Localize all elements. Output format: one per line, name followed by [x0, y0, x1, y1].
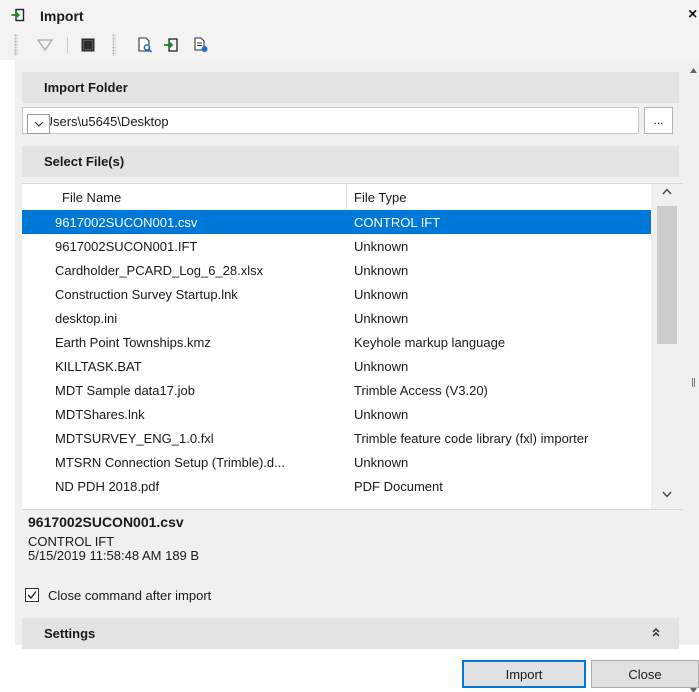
- file-type-cell: Unknown: [354, 287, 409, 302]
- panel-scrollbar[interactable]: [687, 60, 699, 692]
- file-type-cell: CONTROL IFT: [354, 215, 441, 230]
- scroll-down-icon[interactable]: [690, 688, 697, 692]
- select-files-title: Select File(s): [44, 154, 125, 169]
- column-header-file-name[interactable]: File Name: [62, 184, 121, 209]
- import-folder-combo[interactable]: C:\Users\u5645\Desktop: [22, 107, 639, 134]
- file-name-cell: Cardholder_PCARD_Log_6_28.xlsx: [55, 263, 264, 278]
- file-type-cell: Trimble feature code library (fxl) impor…: [354, 431, 589, 446]
- table-row[interactable]: Earth Point Townships.kmz Keyhole markup…: [22, 330, 651, 354]
- file-type-cell: Unknown: [354, 407, 409, 422]
- close-after-import-label[interactable]: Close command after import: [48, 588, 211, 603]
- file-name-cell: MDTSURVEY_ENG_1.0.fxl: [55, 431, 214, 446]
- scroll-up-icon[interactable]: [662, 188, 672, 195]
- settings-title: Settings: [44, 626, 96, 641]
- scroll-grip[interactable]: [692, 378, 695, 387]
- title-bar: Import ×: [0, 0, 699, 30]
- file-type-cell: Unknown: [354, 359, 409, 374]
- table-row[interactable]: desktop.ini Unknown: [22, 306, 651, 330]
- file-name-cell: desktop.ini: [55, 311, 118, 326]
- chevron-down-icon: [34, 121, 43, 127]
- checkmark-icon: [27, 591, 37, 600]
- column-divider[interactable]: [346, 184, 347, 209]
- table-row[interactable]: MDT Sample data17.job Trimble Access (V3…: [22, 378, 651, 402]
- import-icon[interactable]: [160, 35, 182, 55]
- folder-dropdown-button[interactable]: [27, 114, 50, 134]
- file-list-scrollbar[interactable]: [651, 184, 683, 509]
- file-settings-icon[interactable]: [190, 35, 212, 55]
- import-title-icon: [11, 8, 25, 22]
- table-row[interactable]: 9617002SUCON001.IFT Unknown: [22, 234, 651, 258]
- file-list[interactable]: File Name File Type 9617002SUCON001.csv …: [22, 183, 683, 510]
- close-button[interactable]: Close: [591, 660, 699, 688]
- file-type-cell: Trimble Access (V3.20): [354, 383, 488, 398]
- collapse-chevron-icon[interactable]: [651, 625, 661, 640]
- import-folder-header: Import Folder: [22, 72, 679, 103]
- toolbar-grip[interactable]: [14, 34, 18, 56]
- scroll-down-icon[interactable]: [662, 491, 672, 498]
- file-name-cell: Earth Point Townships.kmz: [55, 335, 211, 350]
- file-type-cell: PDF Document: [354, 479, 443, 494]
- table-row[interactable]: MTSRN Connection Setup (Trimble).d... Un…: [22, 450, 651, 474]
- selected-file-name: 9617002SUCON001.csv: [28, 514, 184, 530]
- scroll-up-icon[interactable]: [690, 68, 697, 73]
- window-title: Import: [40, 8, 84, 24]
- table-row[interactable]: Construction Survey Startup.lnk Unknown: [22, 282, 651, 306]
- file-name-cell: 9617002SUCON001.IFT: [55, 239, 198, 254]
- settings-header[interactable]: Settings: [22, 618, 679, 649]
- preview-search-icon[interactable]: [134, 35, 156, 55]
- file-type-cell: Unknown: [354, 455, 409, 470]
- table-row[interactable]: Cardholder_PCARD_Log_6_28.xlsx Unknown: [22, 258, 651, 282]
- toolbar: [0, 30, 699, 60]
- file-name-cell: MDTShares.lnk: [55, 407, 145, 422]
- file-name-cell: Construction Survey Startup.lnk: [55, 287, 238, 302]
- table-row[interactable]: MDTSURVEY_ENG_1.0.fxl Trimble feature co…: [22, 426, 651, 450]
- toolbar-separator: [67, 37, 68, 53]
- filter-icon[interactable]: [34, 35, 56, 55]
- file-name-cell: 9617002SUCON001.csv: [55, 215, 198, 230]
- scroll-thumb[interactable]: [657, 206, 677, 344]
- file-name-cell: MDT Sample data17.job: [55, 383, 195, 398]
- selected-file-date-size: 5/15/2019 11:58:48 AM 189 B: [28, 548, 200, 563]
- toolbar-grip[interactable]: [112, 34, 116, 56]
- table-row[interactable]: ND PDH 2018.pdf PDF Document: [22, 474, 651, 498]
- table-row[interactable]: 9617002SUCON001.csv CONTROL IFT: [22, 210, 651, 234]
- column-header-file-type[interactable]: File Type: [354, 184, 407, 209]
- select-files-header: Select File(s): [22, 146, 679, 177]
- table-row[interactable]: MDTShares.lnk Unknown: [22, 402, 651, 426]
- browse-folder-button[interactable]: ...: [644, 107, 673, 134]
- file-type-cell: Unknown: [354, 311, 409, 326]
- file-type-cell: Unknown: [354, 263, 409, 278]
- file-type-cell: Unknown: [354, 239, 409, 254]
- window-close-button[interactable]: ×: [688, 6, 697, 24]
- file-name-cell: KILLTASK.BAT: [55, 359, 142, 374]
- file-name-cell: MTSRN Connection Setup (Trimble).d...: [55, 455, 285, 470]
- table-row[interactable]: KILLTASK.BAT Unknown: [22, 354, 651, 378]
- selected-file-type: CONTROL IFT: [28, 534, 115, 549]
- import-button[interactable]: Import: [462, 660, 586, 688]
- close-after-import-checkbox[interactable]: [25, 588, 39, 602]
- panel-icon[interactable]: [77, 35, 99, 55]
- file-name-cell: ND PDH 2018.pdf: [55, 479, 160, 494]
- import-folder-title: Import Folder: [44, 80, 128, 95]
- file-type-cell: Keyhole markup language: [354, 335, 506, 350]
